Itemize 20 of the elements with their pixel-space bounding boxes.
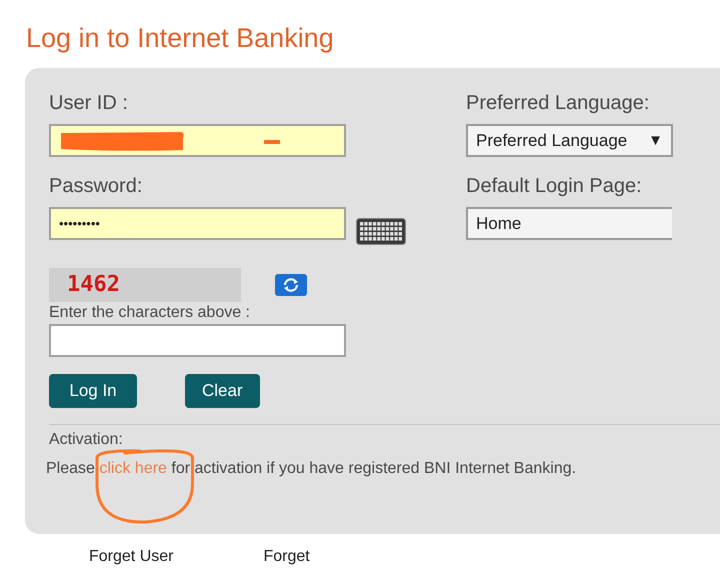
keyboard-icon[interactable]	[356, 218, 406, 245]
field-label: Preferred Language:	[466, 91, 650, 116]
activation-text: Please click here for activation if you have registered BNI Internet Banking.	[46, 459, 578, 479]
footer-link[interactable]: Forget	[263, 548, 310, 566]
language-dropdown[interactable]: Preferred Language ▼	[466, 124, 673, 157]
password-field[interactable]: •••••••••	[49, 207, 346, 240]
field-label: Password:	[49, 174, 144, 199]
field-label: User ID :	[49, 91, 129, 116]
user-id-field[interactable]	[49, 124, 346, 157]
login-page-dropdown[interactable]: Home	[466, 207, 672, 240]
page-title: Log in to Internet Banking	[26, 22, 335, 54]
clear-button[interactable]: Clear	[185, 374, 260, 408]
refresh-icon[interactable]	[275, 274, 307, 296]
captcha-input[interactable]	[49, 324, 346, 357]
field-label: Default Login Page:	[466, 174, 643, 199]
captcha-image: 1462	[49, 268, 241, 302]
activation-label: Activation:	[49, 430, 124, 450]
login-button[interactable]: Log In	[49, 374, 137, 408]
footer-link[interactable]: Forget User	[89, 548, 174, 566]
captcha-prompt: Enter the characters above :	[49, 303, 251, 323]
